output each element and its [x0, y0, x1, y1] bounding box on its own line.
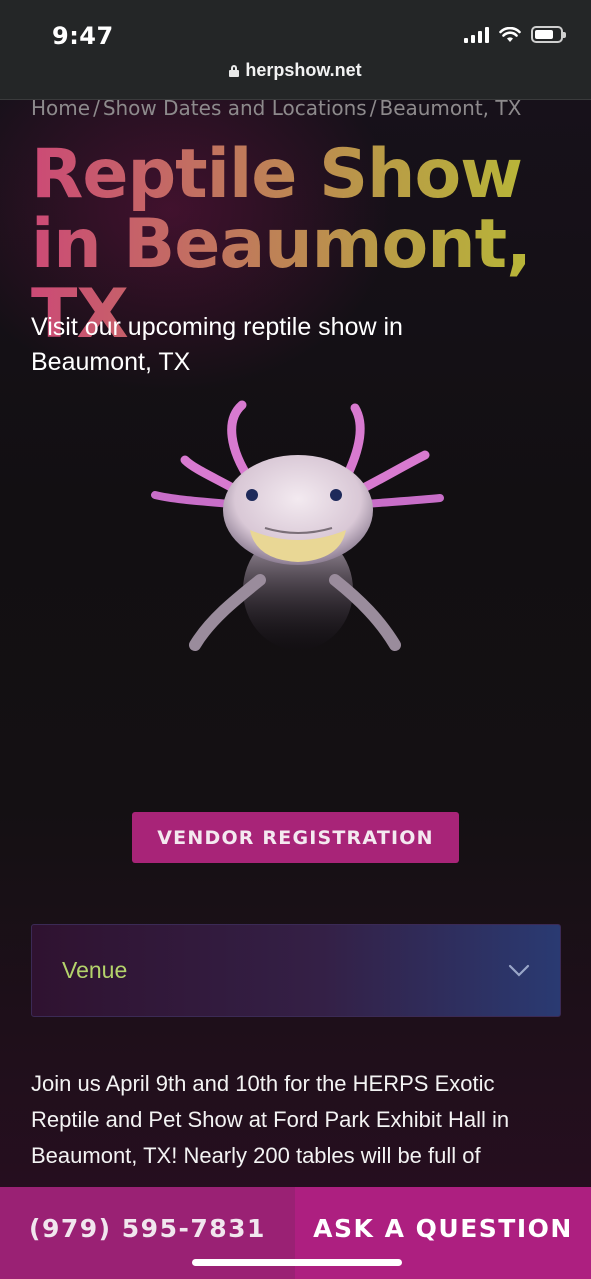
- page-subtitle: Visit our upcoming reptile show in Beaum…: [31, 313, 403, 376]
- chevron-down-icon: [508, 964, 530, 977]
- status-time: 9:47: [52, 22, 114, 50]
- home-indicator[interactable]: [192, 1259, 402, 1266]
- vendor-registration-button[interactable]: VENDOR REGISTRATION: [132, 812, 459, 863]
- battery-icon: [531, 26, 566, 43]
- page-content: Home / Show Dates and Locations / Beaumont, …: [0, 100, 591, 1279]
- status-icons: [464, 26, 566, 43]
- axolotl-image: [151, 400, 444, 651]
- wifi-icon: [499, 26, 521, 42]
- breadcrumb-separator: /: [369, 100, 377, 120]
- event-description: Join us April 9th and 10th for the HERPS…: [31, 1071, 510, 1168]
- url-text: herpshow.net: [245, 60, 362, 80]
- breadcrumb-current: Beaumont, TX: [379, 100, 522, 120]
- address-bar[interactable]: herpshow.net: [0, 60, 591, 81]
- breadcrumb-home[interactable]: Home: [31, 100, 90, 120]
- cellular-signal-icon: [464, 26, 489, 43]
- venue-accordion[interactable]: Venue: [31, 924, 561, 1017]
- breadcrumb: Home / Show Dates and Locations / Beaumont, …: [31, 100, 521, 120]
- browser-status-bar: 9:47 herpshow.net: [0, 0, 591, 100]
- breadcrumb-show-dates[interactable]: Show Dates and Locations: [103, 100, 367, 120]
- venue-label: Venue: [62, 957, 128, 983]
- breadcrumb-separator: /: [93, 100, 100, 120]
- lock-icon: [229, 64, 240, 77]
